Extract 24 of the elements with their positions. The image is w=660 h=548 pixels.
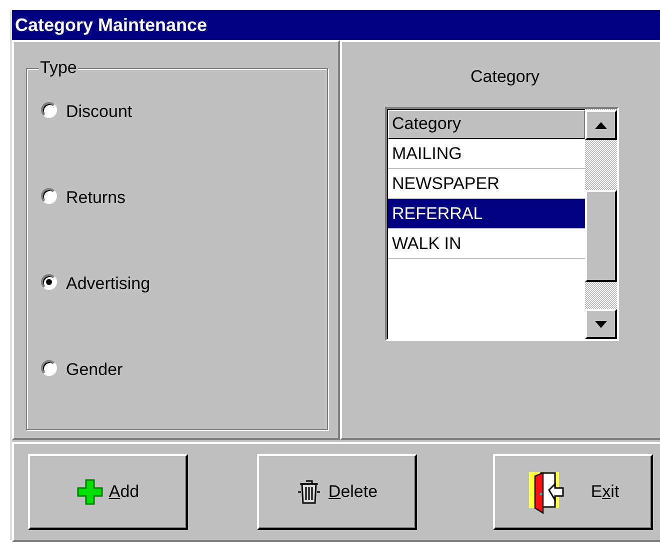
up-arrow-icon xyxy=(595,122,607,128)
down-arrow-icon xyxy=(595,320,607,328)
add-button[interactable]: Add xyxy=(28,454,188,530)
radio-button[interactable] xyxy=(41,360,57,376)
scroll-up-button[interactable] xyxy=(585,110,617,140)
category-heading: Category xyxy=(470,67,540,86)
scroll-thumb[interactable] xyxy=(585,190,617,282)
group-legend: Type xyxy=(39,58,78,78)
grid-row[interactable]: REFERRAL xyxy=(388,199,585,229)
window-title: Category Maintenance xyxy=(12,10,660,40)
radio-button[interactable] xyxy=(41,102,57,118)
radio-label[interactable]: Discount xyxy=(66,99,132,124)
delete-button[interactable]: Delete xyxy=(257,454,417,530)
radio-button[interactable] xyxy=(41,188,57,204)
radio-label[interactable]: Returns xyxy=(66,185,126,210)
trash-can-icon xyxy=(296,479,322,505)
radio-label[interactable]: Gender xyxy=(66,357,123,382)
radio-label[interactable]: Advertising xyxy=(66,271,150,296)
column-header[interactable]: Category xyxy=(388,110,585,139)
radio-button[interactable] xyxy=(41,274,57,290)
scrollbar[interactable] xyxy=(585,109,617,339)
plus-icon xyxy=(76,479,103,505)
scroll-down-button[interactable] xyxy=(585,309,617,339)
exit-button[interactable]: Exit xyxy=(493,454,653,530)
